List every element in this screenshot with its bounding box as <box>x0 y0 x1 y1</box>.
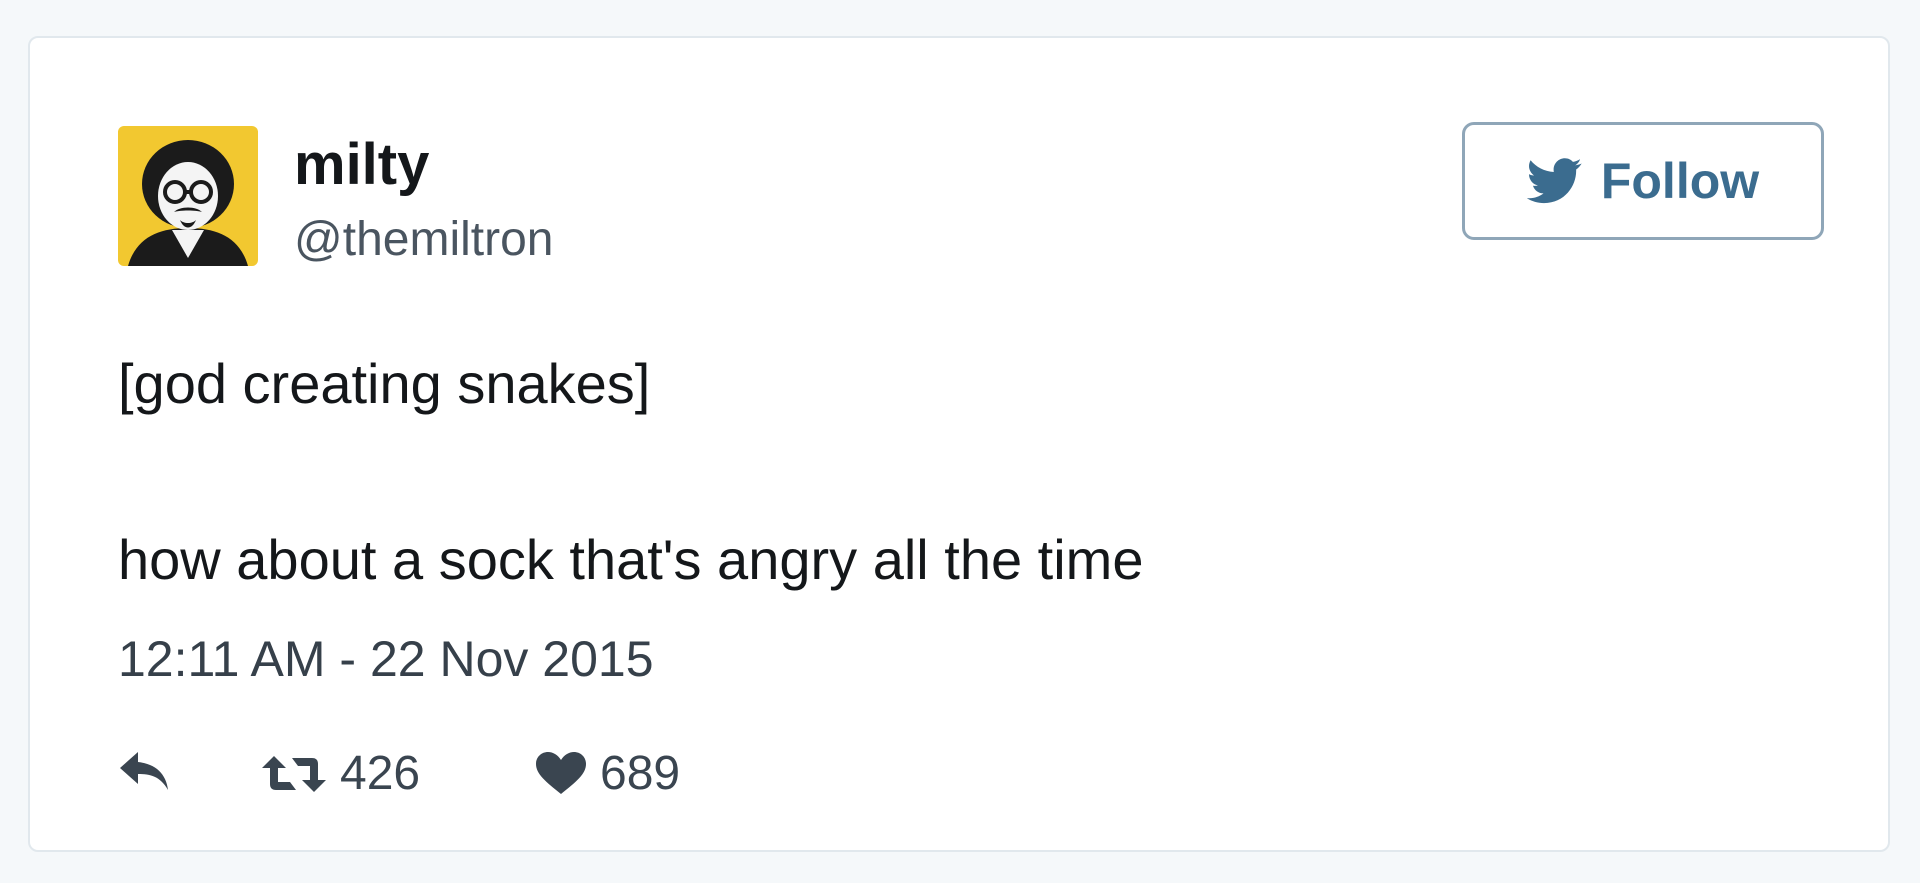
tweet-timestamp[interactable]: 12:11 AM - 22 Nov 2015 <box>118 634 654 684</box>
like-count: 689 <box>600 747 681 800</box>
follow-button-label: Follow <box>1600 153 1760 209</box>
heart-icon <box>536 752 586 796</box>
user-display-name[interactable]: milty <box>294 136 429 194</box>
tweet-text-line-1: [god creating snakes] <box>118 352 651 415</box>
avatar-illustration <box>118 126 258 266</box>
avatar[interactable] <box>118 126 258 266</box>
tweet-card: milty @themiltron Follow [god creating s… <box>28 36 1890 852</box>
reply-icon <box>118 750 172 794</box>
follow-button[interactable]: Follow <box>1462 122 1824 240</box>
retweet-icon <box>262 752 326 796</box>
retweet-count: 426 <box>340 747 421 800</box>
like-button[interactable]: 689 <box>536 750 680 798</box>
retweet-button[interactable]: 426 <box>262 750 420 798</box>
twitter-bird-icon <box>1526 158 1583 204</box>
user-handle[interactable]: @themiltron <box>294 216 553 264</box>
reply-button[interactable] <box>118 750 172 794</box>
tweet-text-line-2: how about a sock that's angry all the ti… <box>118 528 1144 591</box>
